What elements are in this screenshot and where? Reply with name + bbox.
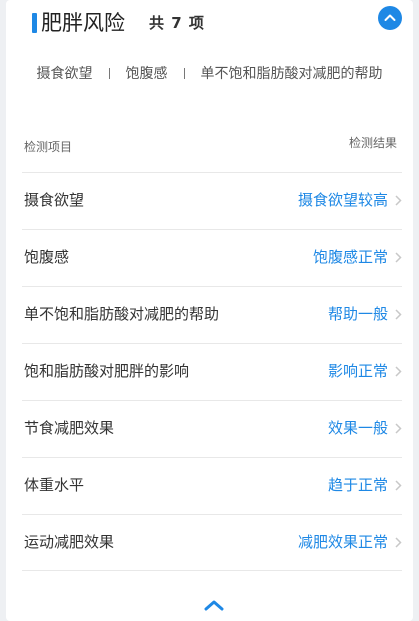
row-item-name: 运动减肥效果 (24, 533, 115, 551)
column-header-item: 检测项目 (24, 140, 73, 154)
summary-item: 饱腹感 (125, 66, 168, 82)
row-item-name: 饱和脂肪酸对肥胖的影响 (24, 362, 190, 380)
table-header: 检测项目 检测结果 (6, 128, 413, 164)
row-item-name: 节食减肥效果 (24, 419, 115, 437)
row-item-name: 饱腹感 (24, 248, 70, 266)
risk-card: 肥胖风险 共 7 项 摄食欲望 饱腹感 单不饱和脂肪酸对减肥的帮助 检测项目 检… (6, 0, 413, 621)
chevron-right-icon (395, 366, 402, 377)
chevron-right-icon (395, 423, 402, 434)
row-item-name: 体重水平 (24, 476, 85, 494)
row-result: 摄食欲望较高 (297, 191, 388, 209)
chevron-right-icon (395, 480, 402, 491)
row-result: 减肥效果正常 (297, 533, 388, 551)
row-result: 效果一般 (327, 419, 388, 437)
row-result: 影响正常 (327, 362, 388, 380)
table-row[interactable]: 节食减肥效果 效果一般 (22, 400, 402, 457)
row-result: 饱腹感正常 (312, 248, 388, 266)
card-title: 肥胖风险 (41, 11, 125, 35)
summary-item: 摄食欲望 (36, 66, 93, 82)
collapse-toggle-chevron-up-icon[interactable] (202, 598, 226, 612)
summary-separator (108, 67, 110, 79)
title-accent-bar (32, 13, 37, 33)
chevron-right-icon (395, 252, 402, 263)
summary-item: 单不饱和脂肪酸对减肥的帮助 (200, 66, 383, 82)
column-header-result: 检测结果 (348, 136, 397, 150)
chevron-up-icon (384, 14, 396, 21)
summary-separator (183, 67, 185, 79)
row-item-name: 摄食欲望 (24, 191, 85, 209)
chevron-right-icon (395, 195, 402, 206)
summary-line: 摄食欲望 饱腹感 单不饱和脂肪酸对减肥的帮助 (6, 58, 413, 88)
table-row[interactable]: 饱和脂肪酸对肥胖的影响 影响正常 (22, 343, 402, 400)
table-row[interactable]: 摄食欲望 摄食欲望较高 (22, 172, 402, 229)
item-count: 共 7 项 (149, 14, 205, 32)
row-item-name: 单不饱和脂肪酸对减肥的帮助 (24, 305, 220, 323)
card-header: 肥胖风险 共 7 项 (6, 0, 413, 50)
row-result: 帮助一般 (327, 305, 388, 323)
chevron-right-icon (395, 309, 402, 320)
result-list: 摄食欲望 摄食欲望较高 饱腹感 饱腹感正常 单不饱和脂肪酸对减肥的帮助 帮助一般… (22, 172, 402, 571)
table-row[interactable]: 运动减肥效果 减肥效果正常 (22, 514, 402, 571)
collapse-button[interactable] (378, 6, 402, 30)
table-row[interactable]: 饱腹感 饱腹感正常 (22, 229, 402, 286)
table-row[interactable]: 单不饱和脂肪酸对减肥的帮助 帮助一般 (22, 286, 402, 343)
table-row[interactable]: 体重水平 趋于正常 (22, 457, 402, 514)
row-result: 趋于正常 (327, 476, 388, 494)
chevron-right-icon (395, 537, 402, 548)
